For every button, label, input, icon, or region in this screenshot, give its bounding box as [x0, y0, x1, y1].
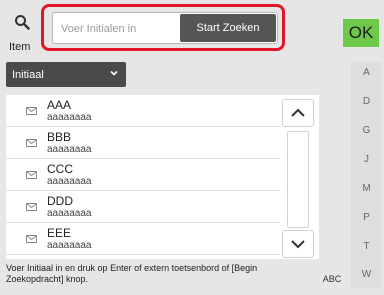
list-item[interactable]: BBB aaaaaaaa	[6, 127, 281, 159]
list-item[interactable]: AAA aaaaaaaa	[6, 95, 281, 127]
scroll-up-button[interactable]	[282, 99, 314, 127]
hint-text: Voer Initiaal in en druk op Enter of ext…	[6, 263, 258, 284]
scrollbar-track[interactable]	[287, 131, 309, 228]
list-item[interactable]: DDD aaaaaaaa	[6, 191, 281, 223]
contact-detail: aaaaaaaa	[47, 240, 92, 251]
abc-button[interactable]: ABC	[320, 271, 344, 287]
mail-icon	[26, 235, 37, 243]
contact-detail: aaaaaaaa	[47, 176, 92, 187]
alphabet-letter[interactable]: M	[351, 183, 382, 194]
start-search-button[interactable]: Start Zoeken	[180, 14, 276, 42]
contact-list: AAA aaaaaaaa BBB aaaaaaaa CCC aaaaaaaa D…	[6, 95, 319, 259]
ok-button[interactable]: OK	[343, 19, 379, 47]
contact-name: CCC	[47, 162, 73, 176]
contact-detail: aaaaaaaa	[47, 208, 92, 219]
alphabet-letter[interactable]: P	[351, 212, 382, 223]
contact-name: AAA	[47, 98, 72, 112]
contact-detail: aaaaaaaa	[47, 112, 92, 123]
contact-name: EEE	[47, 226, 72, 240]
alphabet-letter[interactable]: A	[351, 67, 382, 78]
mail-icon	[26, 139, 37, 147]
search-mode-label: Item	[9, 41, 31, 53]
alphabet-letter[interactable]: T	[351, 241, 382, 252]
chevron-up-icon	[291, 108, 305, 117]
initials-input[interactable]	[59, 19, 179, 39]
list-item[interactable]: EEE aaaaaaaa	[6, 223, 281, 255]
search-icon-button[interactable]	[6, 8, 38, 36]
chevron-down-icon	[291, 240, 305, 249]
filter-dropdown[interactable]: Initiaal	[6, 62, 126, 87]
filter-selected: Initiaal	[12, 68, 44, 81]
scroll-down-button[interactable]	[282, 230, 314, 258]
alphabet-letter[interactable]: W	[351, 269, 382, 280]
search-box: Start Zoeken	[52, 12, 278, 44]
mail-icon	[26, 203, 37, 211]
list-item[interactable]: CCC aaaaaaaa	[6, 159, 281, 191]
contact-detail: aaaaaaaa	[47, 144, 92, 155]
contact-name: BBB	[47, 130, 72, 144]
search-icon	[15, 15, 30, 30]
alphabet-letter[interactable]: G	[351, 125, 382, 136]
alphabet-letter[interactable]: D	[351, 96, 382, 107]
alphabet-index: A D G J M P T W	[351, 62, 382, 288]
mail-icon	[26, 171, 37, 179]
chevron-down-icon	[110, 70, 118, 76]
alphabet-letter[interactable]: J	[351, 154, 382, 165]
mail-icon	[26, 107, 37, 115]
contact-name: DDD	[47, 194, 73, 208]
